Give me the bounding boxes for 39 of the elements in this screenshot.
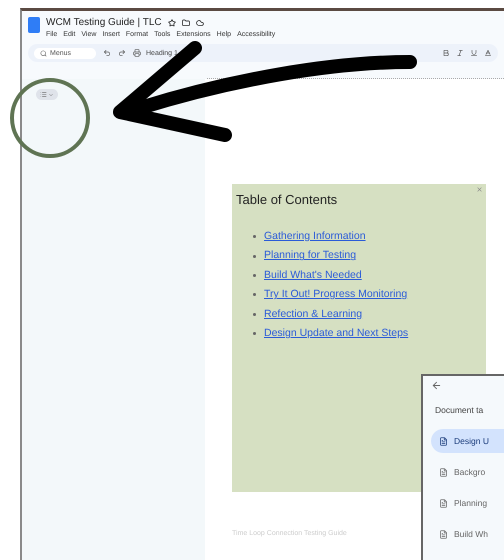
folder-icon[interactable] [182, 18, 190, 26]
search-icon [40, 50, 47, 56]
toc-link[interactable]: Try It Out! Progress Monitoring [264, 285, 408, 305]
underline-icon[interactable] [470, 49, 478, 57]
document-icon [439, 436, 448, 446]
text-color-icon[interactable] [484, 49, 492, 57]
toc-link[interactable]: Gathering Information [264, 227, 366, 246]
redo-icon[interactable] [118, 49, 126, 57]
caret-icon [48, 92, 54, 98]
star-icon[interactable] [168, 18, 176, 26]
list-icon [40, 91, 47, 98]
toc-link[interactable]: Refection & Learning [264, 304, 362, 324]
document-tab[interactable]: Build Wh [431, 522, 504, 546]
bullet-icon [253, 312, 256, 316]
toc-link[interactable]: Build What's Needed [264, 266, 362, 286]
panel-heading: Document ta [435, 405, 484, 415]
document-tab[interactable]: Design U [431, 429, 504, 453]
print-icon[interactable] [133, 49, 141, 57]
bullet-icon [253, 235, 256, 238]
document-title[interactable]: WCM Testing Guide | TLC [46, 17, 162, 28]
close-icon[interactable] [476, 186, 483, 193]
bullet-icon [253, 274, 256, 278]
bold-icon[interactable] [442, 49, 450, 57]
document-icon [439, 530, 448, 538]
bullet-icon [253, 332, 256, 336]
undo-icon[interactable] [103, 49, 111, 57]
bullet-icon [253, 293, 256, 296]
bullet-icon [253, 254, 256, 258]
document-icon [439, 468, 448, 476]
tabs-toggle-button[interactable] [36, 89, 58, 100]
toc-title: Table of Contents [236, 192, 338, 207]
cloud-icon [196, 18, 204, 26]
toc-link[interactable]: Planning for Testing [264, 246, 356, 266]
italic-icon[interactable] [456, 49, 464, 57]
back-icon[interactable] [431, 380, 442, 391]
document-icon [439, 498, 448, 508]
document-tab[interactable]: Planning [431, 491, 504, 515]
document-tab[interactable]: Backgro [431, 460, 504, 484]
toc-link[interactable]: Design Update and Next Steps [264, 324, 408, 344]
